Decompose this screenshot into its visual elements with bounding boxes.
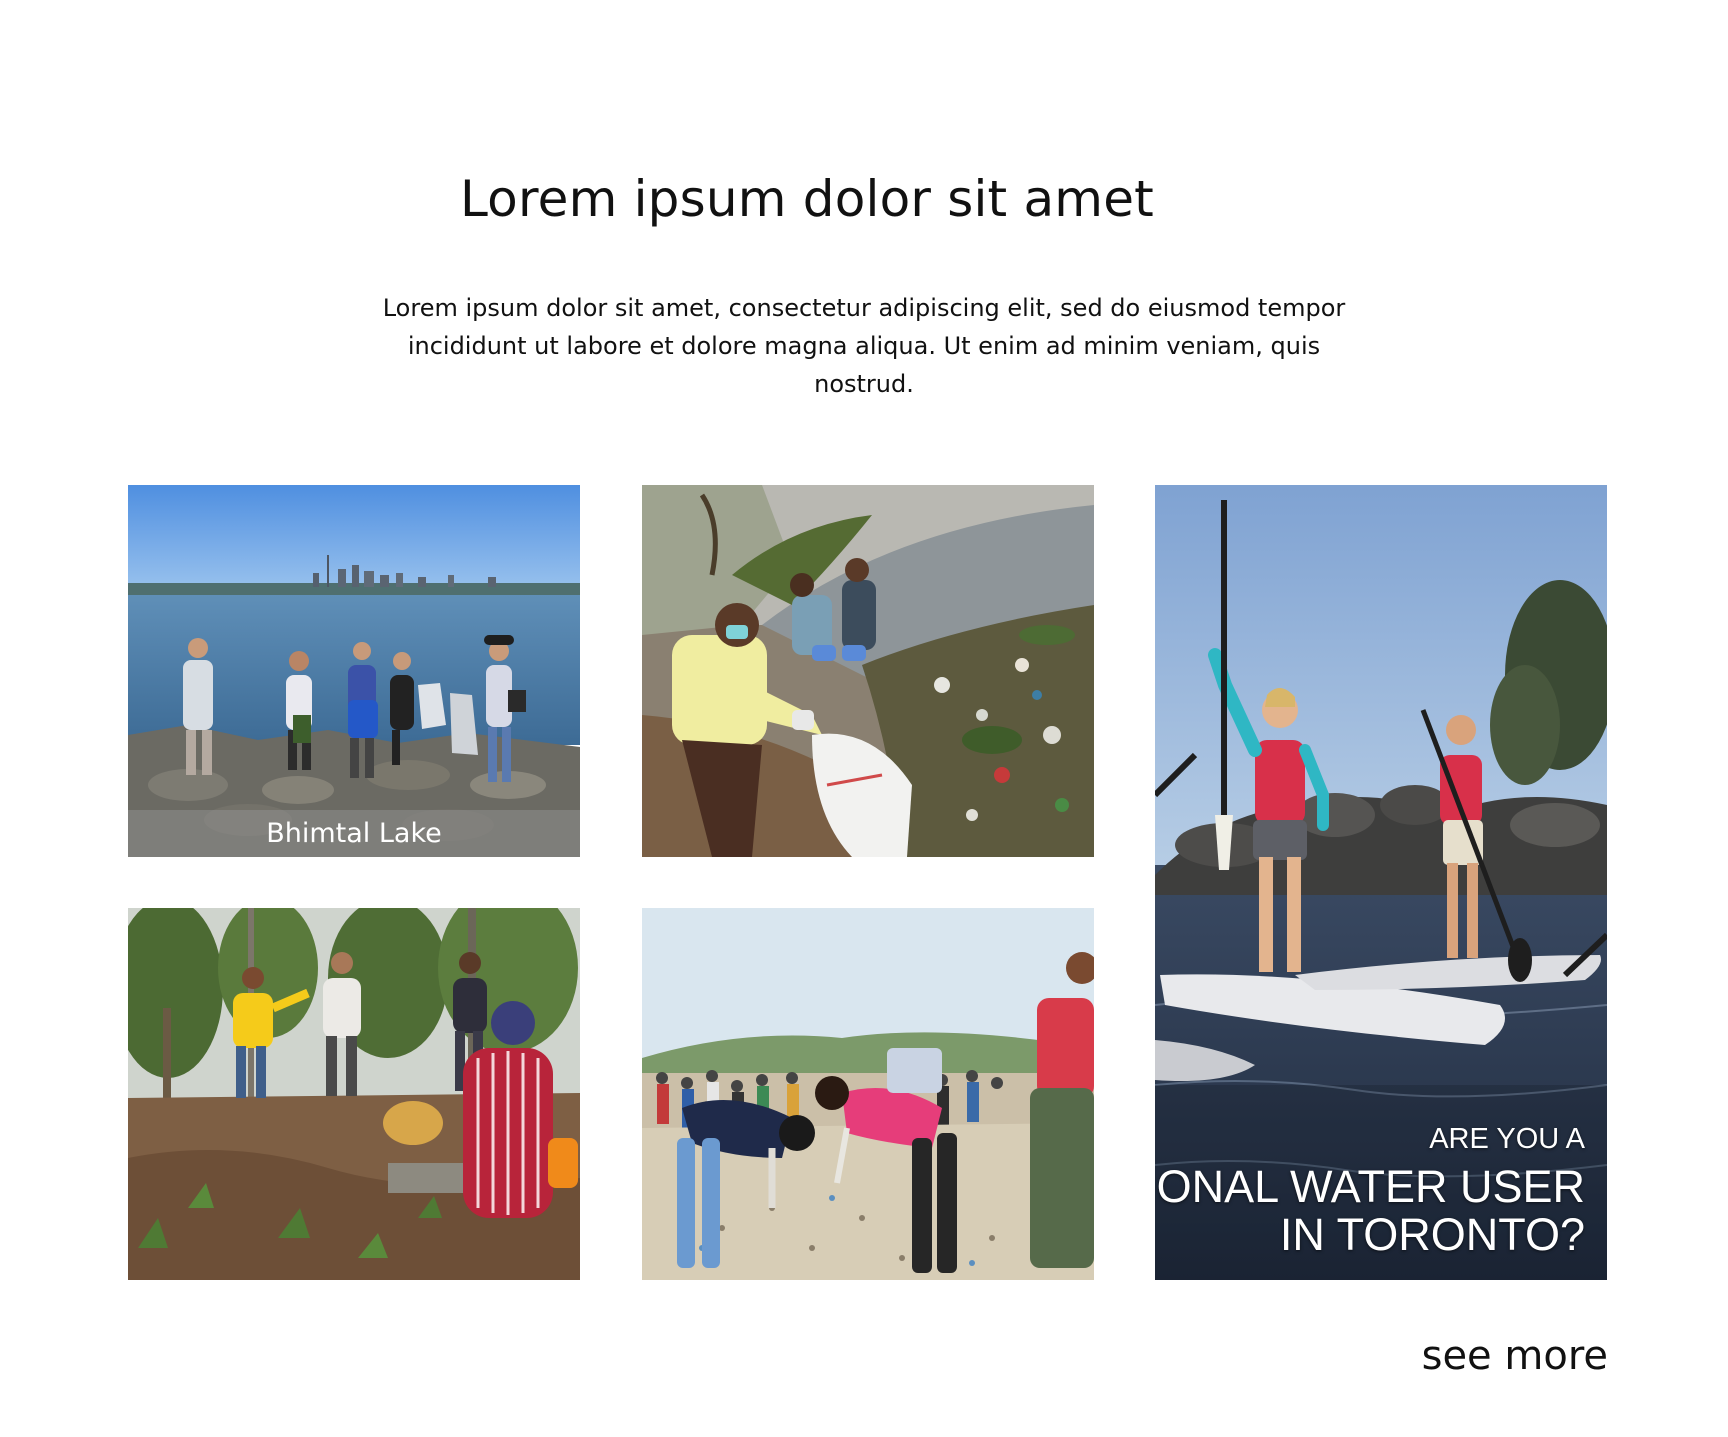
beach-cleanup-photo [642,908,1094,1280]
gallery-tile-paddleboard-poster[interactable]: ARE YOU A ATIONAL WATER USER IN TORONTO? [1155,485,1607,1280]
gallery-tile-vegetation-cleanup[interactable] [128,908,580,1280]
poster-line-2: ATIONAL WATER USER [1155,1161,1585,1212]
poster-line-1: ARE YOU A [1429,1123,1585,1155]
riverbank-cleanup-photo [642,485,1094,857]
page-intro: Lorem ipsum dolor sit amet, consectetur … [382,294,1346,398]
see-more-link[interactable]: see more [1380,1330,1608,1382]
page-title: Lorem ipsum dolor sit amet [460,170,1154,228]
gallery-tile-riverbank-cleanup[interactable] [642,485,1094,857]
poster-line-3: IN TORONTO? [1279,1209,1585,1260]
vegetation-cleanup-photo [128,908,580,1280]
gallery-tile-bhimtal-lake[interactable]: Bhimtal Lake [128,485,580,857]
tile-caption: Bhimtal Lake [128,810,580,857]
lake-cleanup-photo [128,485,580,857]
photo-gallery: Bhimtal Lake ARE YOU A ONAL WATER USER I… [128,485,1607,1280]
gallery-tile-beach-cleanup[interactable] [642,908,1094,1280]
